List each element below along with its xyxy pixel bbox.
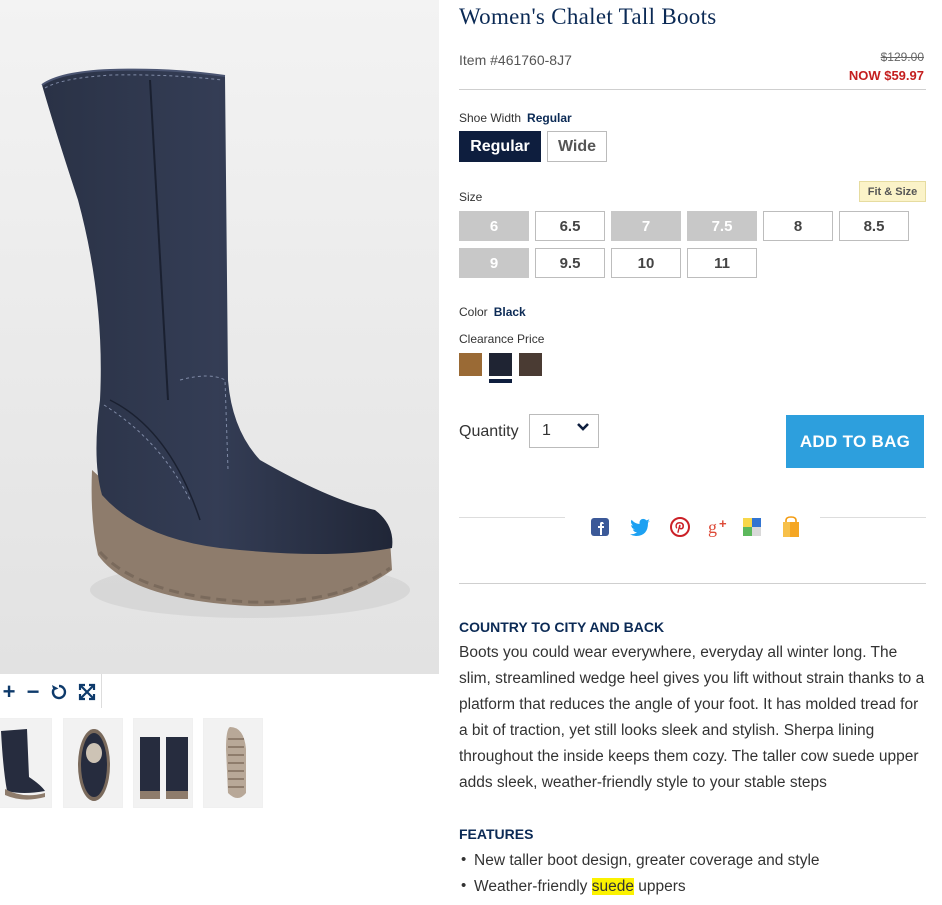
selected-swatch-indicator [489, 379, 512, 383]
product-title: Women's Chalet Tall Boots [459, 4, 717, 29]
shoe-width-selected: Regular [527, 111, 572, 125]
thumbnail-sole-view[interactable] [203, 718, 263, 808]
fit-and-size-link[interactable]: Fit & Size [859, 181, 926, 202]
feature-item: New taller boot design, greater coverage… [474, 852, 820, 869]
control-divider [101, 674, 102, 708]
zoom-in-icon[interactable]: + [0, 679, 18, 705]
size-option-7-5[interactable]: 7.5 [687, 211, 757, 241]
delicious-icon[interactable] [741, 516, 763, 538]
size-option-8-5[interactable]: 8.5 [839, 211, 909, 241]
color-label: Color Black [459, 305, 526, 319]
boot-illustration [0, 0, 439, 674]
quantity-label: Quantity [459, 423, 519, 440]
fullscreen-icon[interactable] [76, 679, 98, 705]
size-label: Size [459, 190, 483, 204]
pinterest-icon[interactable] [669, 516, 691, 538]
description-heading: COUNTRY TO CITY AND BACK [459, 619, 665, 635]
zoom-out-icon[interactable]: − [23, 679, 43, 705]
item-number: Item #461760-8J7 [459, 52, 572, 68]
size-option-6-5[interactable]: 6.5 [535, 211, 605, 241]
divider [459, 583, 926, 584]
thumbnail-top-view[interactable] [63, 718, 123, 808]
divider [459, 517, 565, 518]
size-option-9[interactable]: 9 [459, 248, 529, 278]
feature-item: Weather-friendly suede uppers [474, 878, 686, 895]
thumbnail-back-view[interactable] [133, 718, 193, 808]
twitter-icon[interactable] [629, 516, 651, 538]
shopping-bag-icon[interactable] [780, 516, 802, 538]
facebook-icon[interactable] [589, 516, 611, 538]
bullet: • [461, 877, 467, 894]
rotate-icon[interactable] [49, 679, 69, 705]
description-body: Boots you could wear everywhere, everyda… [459, 644, 925, 791]
width-option-wide[interactable]: Wide [547, 131, 607, 162]
shoe-width-label: Shoe Width Regular [459, 111, 572, 125]
color-selected: Black [493, 305, 526, 319]
color-swatch-tan[interactable] [459, 353, 482, 376]
sale-price: NOW $59.97 [848, 68, 924, 83]
quantity-value: 1 [542, 422, 551, 439]
size-option-11[interactable]: 11 [687, 248, 757, 278]
size-option-9-5[interactable]: 9.5 [535, 248, 605, 278]
bullet: • [461, 851, 467, 868]
highlighted-text: suede [591, 878, 634, 895]
size-option-6[interactable]: 6 [459, 211, 529, 241]
divider [820, 517, 926, 518]
divider [459, 89, 926, 90]
color-swatch-black[interactable] [489, 353, 512, 376]
product-image[interactable] [0, 0, 439, 674]
svg-text:g: g [708, 517, 717, 537]
size-option-8[interactable]: 8 [763, 211, 833, 241]
original-price: $129.00 [880, 50, 924, 64]
features-heading: FEATURES [459, 826, 534, 842]
size-option-7[interactable]: 7 [611, 211, 681, 241]
chevron-down-icon[interactable] [576, 420, 590, 436]
width-option-regular[interactable]: Regular [459, 131, 541, 162]
size-option-10[interactable]: 10 [611, 248, 681, 278]
thumbnail-side-view[interactable] [0, 718, 52, 808]
add-to-bag-button[interactable]: ADD TO BAG [786, 415, 924, 468]
google-plus-icon[interactable]: g + [707, 516, 733, 538]
clearance-price-label: Clearance Price [459, 332, 545, 346]
svg-text:+: + [719, 516, 727, 531]
color-swatch-brown[interactable] [519, 353, 542, 376]
